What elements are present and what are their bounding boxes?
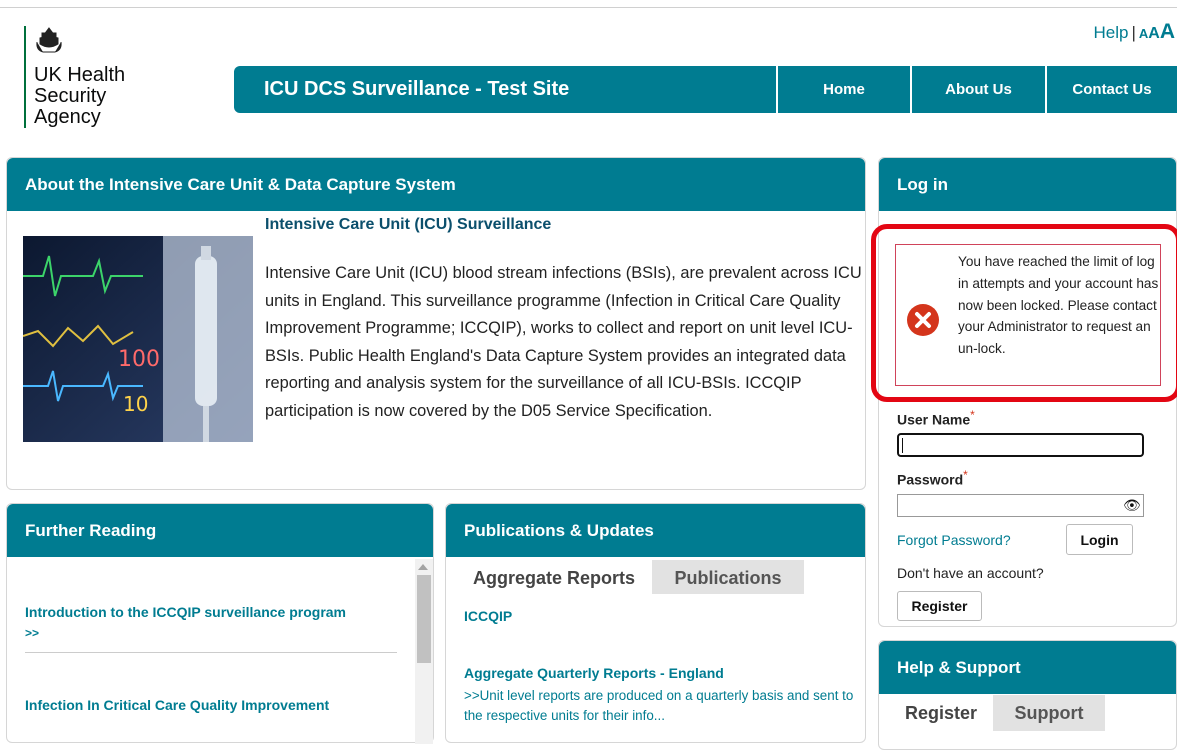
text-caret — [902, 438, 903, 453]
about-panel: About the Intensive Care Unit & Data Cap… — [6, 157, 866, 490]
further-reading-list: Introduction to the ICCQIP surveillance … — [25, 604, 397, 713]
publications-heading: Publications & Updates — [446, 504, 865, 557]
help-support-tabs: Register Support — [889, 695, 1105, 731]
main-nav: Home About Us Contact Us — [776, 66, 1177, 113]
nav-contact-us[interactable]: Contact Us — [1045, 66, 1177, 113]
scroll-up-arrow-icon[interactable] — [418, 564, 428, 570]
login-heading: Log in — [879, 158, 1176, 211]
text-size-large[interactable]: A — [1160, 20, 1175, 43]
publication-item-title[interactable]: Aggregate Quarterly Reports - England — [464, 665, 724, 681]
tab-publications[interactable]: Publications — [652, 560, 804, 594]
publication-item-description[interactable]: >>Unit level reports are produced on a q… — [464, 686, 856, 726]
further-reading-item-2[interactable]: Infection In Critical Care Quality Impro… — [25, 697, 397, 713]
help-separator: | — [1131, 23, 1136, 42]
publications-tabs: Aggregate Reports Publications — [456, 560, 804, 594]
password-input[interactable]: 👁 — [897, 494, 1144, 517]
username-label-text: User Name — [897, 411, 971, 428]
ukhsa-logo[interactable]: UK Health Security Agency — [24, 26, 125, 128]
username-input[interactable] — [897, 433, 1144, 457]
nav-home[interactable]: Home — [776, 66, 910, 113]
logo-line-2: Security — [34, 85, 107, 107]
royal-crest-icon — [36, 27, 62, 53]
about-subtitle: Intensive Care Unit (ICU) Surveillance — [265, 216, 552, 233]
text-size-small[interactable]: A — [1139, 26, 1148, 41]
no-account-text: Don't have an account? — [897, 565, 1044, 581]
required-mark: * — [970, 408, 975, 422]
site-title[interactable]: ICU DCS Surveillance - Test Site — [234, 78, 776, 101]
show-password-eye-icon[interactable]: 👁 — [1123, 497, 1141, 514]
further-reading-heading: Further Reading — [7, 504, 433, 557]
login-button[interactable]: Login — [1066, 524, 1133, 555]
publications-section-iccqip[interactable]: ICCQIP — [464, 608, 512, 624]
tab-aggregate-reports[interactable]: Aggregate Reports — [456, 560, 652, 594]
icu-monitor-image: 100 10 — [23, 236, 253, 442]
scroll-thumb[interactable] — [417, 575, 431, 663]
logo-text: UK Health Security Agency — [34, 65, 125, 128]
further-reading-more-link[interactable]: >> — [25, 626, 397, 640]
nav-about-us[interactable]: About Us — [910, 66, 1045, 113]
further-reading-panel: Further Reading Introduction to the ICCQ… — [6, 503, 434, 744]
help-links: Help | AAA — [1093, 20, 1175, 44]
register-button[interactable]: Register — [897, 591, 982, 621]
list-divider — [25, 652, 397, 653]
tab-register[interactable]: Register — [889, 695, 993, 731]
svg-text:100: 100 — [118, 347, 160, 372]
required-mark: * — [963, 468, 968, 482]
header-bar: ICU DCS Surveillance - Test Site Home Ab… — [234, 66, 1177, 113]
help-link[interactable]: Help — [1093, 23, 1128, 42]
about-panel-heading: About the Intensive Care Unit & Data Cap… — [7, 158, 865, 211]
alert-highlight-outline — [871, 224, 1177, 402]
top-divider — [0, 7, 1177, 8]
publications-panel: Publications & Updates Aggregate Reports… — [445, 503, 866, 743]
login-panel: Log in You have reached the limit of log… — [871, 157, 1177, 627]
further-reading-scrollbar[interactable] — [415, 559, 433, 744]
password-label: Password* — [897, 468, 968, 488]
help-support-panel: Help & Support Register Support — [878, 640, 1177, 750]
further-reading-item-1[interactable]: Introduction to the ICCQIP surveillance … — [25, 604, 397, 620]
help-support-heading: Help & Support — [879, 641, 1176, 694]
tab-support[interactable]: Support — [993, 695, 1105, 731]
svg-text:10: 10 — [123, 392, 148, 416]
text-size-medium[interactable]: A — [1148, 25, 1160, 42]
logo-line-1: UK Health — [34, 64, 126, 86]
password-label-text: Password — [897, 471, 964, 488]
username-label: User Name* — [897, 408, 975, 428]
forgot-password-link[interactable]: Forgot Password? — [897, 532, 1011, 548]
logo-line-3: Agency — [34, 106, 101, 128]
about-body: Intensive Care Unit (ICU) blood stream i… — [265, 264, 862, 420]
